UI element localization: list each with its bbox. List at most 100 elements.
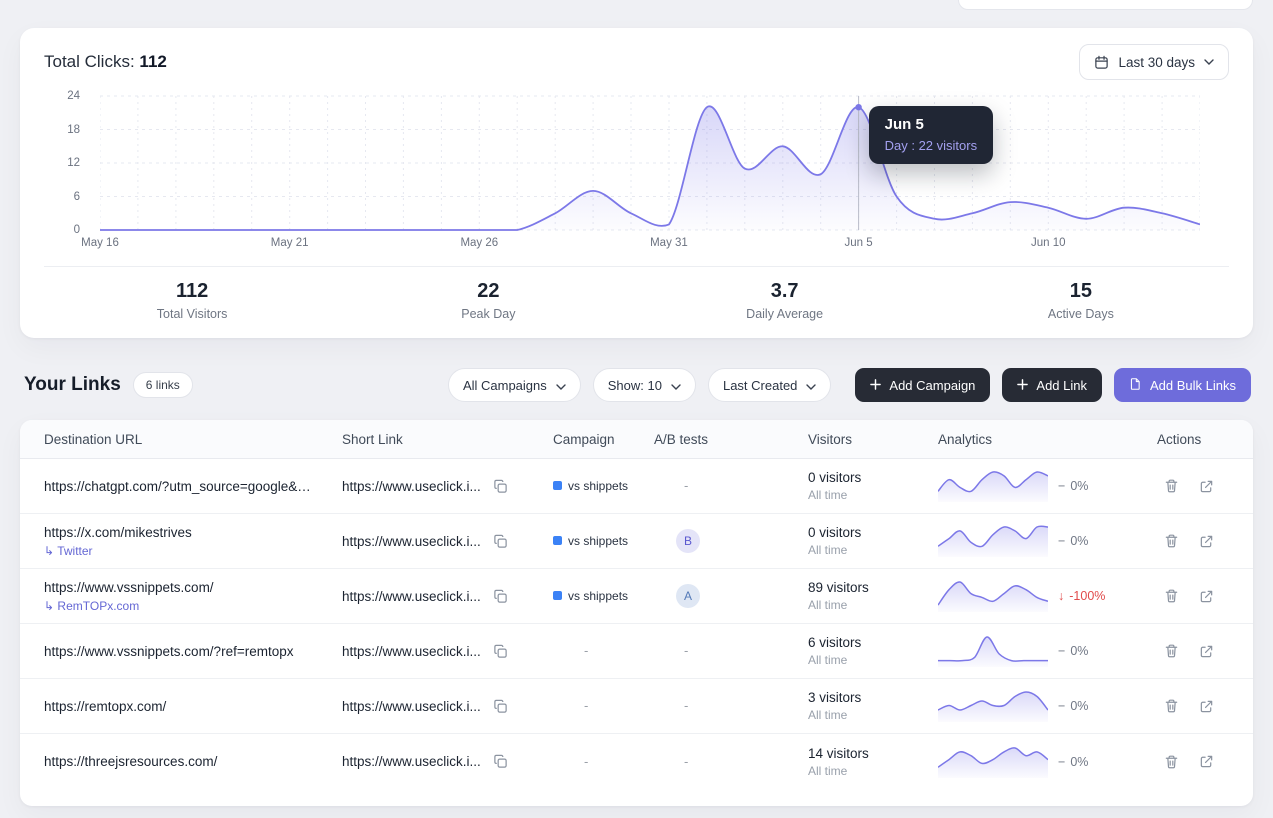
visitors-period: All time bbox=[808, 764, 938, 778]
col-actions: Actions bbox=[1157, 432, 1229, 447]
delete-link-button[interactable] bbox=[1161, 585, 1182, 607]
campaigns-filter-dropdown[interactable]: All Campaigns bbox=[448, 368, 581, 402]
x-tick-label: May 31 bbox=[650, 237, 688, 249]
open-link-button[interactable] bbox=[1196, 751, 1217, 772]
open-link-button[interactable] bbox=[1196, 641, 1217, 662]
destination-url: https://www.vssnippets.com/ bbox=[44, 580, 342, 595]
destination-url: https://www.vssnippets.com/?ref=remtopx bbox=[44, 644, 342, 659]
delete-link-button[interactable] bbox=[1161, 751, 1182, 773]
date-range-dropdown[interactable]: Last 30 days bbox=[1079, 44, 1229, 80]
campaign-empty: - bbox=[584, 643, 588, 658]
clicks-chart[interactable]: Jun 5 Day : 22 visitors bbox=[100, 92, 1200, 232]
stat-total-visitors: 112 Total Visitors bbox=[44, 280, 340, 321]
delete-link-button[interactable] bbox=[1161, 530, 1182, 552]
ab-test-badge: A bbox=[676, 584, 700, 608]
destination-source-link[interactable]: ↳ Twitter bbox=[44, 544, 342, 558]
visitors-count: 0 visitors bbox=[808, 470, 938, 485]
delete-link-button[interactable] bbox=[1161, 695, 1182, 717]
plus-icon bbox=[1017, 378, 1028, 393]
y-tick-label: 6 bbox=[74, 191, 80, 203]
chevron-down-icon bbox=[556, 378, 566, 393]
change-indicator: −0% bbox=[1058, 699, 1088, 713]
visitors-period: All time bbox=[808, 598, 938, 612]
visitors-count: 6 visitors bbox=[808, 635, 938, 650]
campaign-color-dot bbox=[553, 591, 562, 600]
delete-link-button[interactable] bbox=[1161, 475, 1182, 497]
links-table-header: Destination URL Short Link Campaign A/B … bbox=[20, 420, 1253, 459]
x-tick-label: Jun 5 bbox=[845, 237, 873, 249]
short-link: https://www.useclick.i... bbox=[342, 479, 481, 494]
campaign-tag: vs shippets bbox=[553, 479, 628, 493]
stat-active-days: 15 Active Days bbox=[933, 280, 1229, 321]
copy-short-link-button[interactable] bbox=[490, 531, 511, 552]
ab-test-badge: B bbox=[676, 529, 700, 553]
links-count-badge: 6 links bbox=[133, 372, 193, 398]
table-row: https://chatgpt.com/?utm_source=google&…… bbox=[20, 459, 1253, 514]
chart-tooltip: Jun 5 Day : 22 visitors bbox=[869, 106, 993, 164]
short-link: https://www.useclick.i... bbox=[342, 589, 481, 604]
cutoff-search-bar[interactable] bbox=[958, 0, 1253, 10]
add-bulk-links-button[interactable]: Add Bulk Links bbox=[1114, 368, 1251, 402]
tooltip-value: Day : 22 visitors bbox=[885, 138, 977, 153]
date-range-label: Last 30 days bbox=[1118, 55, 1195, 70]
show-count-dropdown[interactable]: Show: 10 bbox=[593, 368, 696, 402]
chart-stats-row: 112 Total Visitors 22 Peak Day 3.7 Daily… bbox=[44, 266, 1229, 321]
your-links-title: Your Links bbox=[24, 374, 121, 396]
ab-empty: - bbox=[684, 754, 688, 769]
open-link-button[interactable] bbox=[1196, 586, 1217, 607]
col-campaign: Campaign bbox=[553, 432, 654, 447]
sort-order-dropdown[interactable]: Last Created bbox=[708, 368, 831, 402]
col-visitors: Visitors bbox=[808, 432, 938, 447]
table-row: https://www.vssnippets.com/ ↳ RemTOPx.co… bbox=[20, 569, 1253, 624]
visitors-period: All time bbox=[808, 543, 938, 557]
short-link: https://www.useclick.i... bbox=[342, 644, 481, 659]
chart-x-axis: May 16May 21May 26May 31Jun 5Jun 10 bbox=[100, 232, 1200, 254]
copy-short-link-button[interactable] bbox=[490, 586, 511, 607]
col-short-link: Short Link bbox=[342, 432, 553, 447]
y-tick-label: 0 bbox=[74, 224, 80, 236]
chart-y-axis: 06121824 bbox=[44, 92, 86, 232]
stat-daily-average: 3.7 Daily Average bbox=[637, 280, 933, 321]
destination-url: https://x.com/mikestrives bbox=[44, 525, 342, 540]
campaign-tag: vs shippets bbox=[553, 589, 628, 603]
links-table-card: Destination URL Short Link Campaign A/B … bbox=[20, 420, 1253, 806]
destination-source-link[interactable]: ↳ RemTOPx.com bbox=[44, 599, 342, 613]
change-indicator: −0% bbox=[1058, 534, 1088, 548]
visitors-count: 89 visitors bbox=[808, 580, 938, 595]
copy-short-link-button[interactable] bbox=[490, 751, 511, 772]
destination-url: https://remtopx.com/ bbox=[44, 699, 342, 714]
y-tick-label: 18 bbox=[67, 124, 80, 136]
copy-short-link-button[interactable] bbox=[490, 641, 511, 662]
sub-link-arrow-icon: ↳ bbox=[44, 599, 54, 613]
campaign-tag: vs shippets bbox=[553, 534, 628, 548]
clicks-chart-svg bbox=[100, 92, 1200, 232]
chevron-down-icon bbox=[1204, 59, 1214, 65]
destination-url: https://threejsresources.com/ bbox=[44, 754, 342, 769]
campaign-empty: - bbox=[584, 754, 588, 769]
copy-short-link-button[interactable] bbox=[490, 476, 511, 497]
total-clicks-title: Total Clicks: 112 bbox=[44, 52, 167, 72]
y-tick-label: 24 bbox=[67, 90, 80, 102]
add-link-button[interactable]: Add Link bbox=[1002, 368, 1102, 402]
your-links-header: Your Links 6 links All Campaigns Show: 1… bbox=[24, 368, 1251, 402]
delete-link-button[interactable] bbox=[1161, 640, 1182, 662]
sparkline-chart bbox=[938, 524, 1048, 558]
open-link-button[interactable] bbox=[1196, 476, 1217, 497]
destination-url: https://chatgpt.com/?utm_source=google&… bbox=[44, 479, 342, 494]
chevron-down-icon bbox=[671, 378, 681, 393]
visitors-count: 14 visitors bbox=[808, 746, 938, 761]
short-link: https://www.useclick.i... bbox=[342, 534, 481, 549]
open-link-button[interactable] bbox=[1196, 531, 1217, 552]
x-tick-label: May 21 bbox=[271, 237, 309, 249]
col-destination-url: Destination URL bbox=[44, 432, 342, 447]
plus-icon bbox=[870, 378, 881, 393]
visitors-count: 3 visitors bbox=[808, 690, 938, 705]
open-link-button[interactable] bbox=[1196, 696, 1217, 717]
sparkline-chart bbox=[938, 689, 1048, 723]
change-indicator: ↓-100% bbox=[1058, 589, 1105, 603]
copy-short-link-button[interactable] bbox=[490, 696, 511, 717]
ab-empty: - bbox=[684, 643, 688, 658]
table-row: https://x.com/mikestrives ↳ Twitter http… bbox=[20, 514, 1253, 569]
document-icon bbox=[1129, 377, 1142, 394]
add-campaign-button[interactable]: Add Campaign bbox=[855, 368, 990, 402]
